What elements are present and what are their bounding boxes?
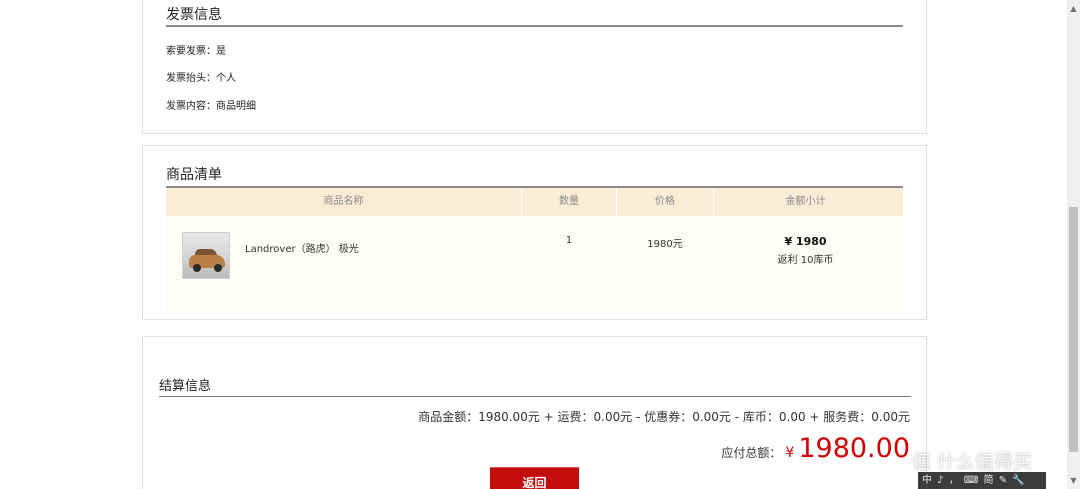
site-watermark: 值 什么值得买 — [912, 451, 1033, 473]
currency-symbol: ¥ — [785, 445, 795, 461]
total-payable: 应付总额： ¥1980.00 — [721, 433, 910, 464]
column-header-name: 商品名称 — [323, 196, 364, 207]
invoice-title: 发票信息 — [166, 7, 222, 23]
total-label: 应付总额： — [721, 446, 782, 460]
settlement-summary: 商品金额：1980.00元 + 运费：0.00元 - 优惠券：0.00元 - 库… — [418, 410, 910, 424]
scrollbar-thumb[interactable] — [1069, 207, 1078, 452]
column-header-subtotal: 金额小计 — [785, 196, 826, 207]
product-name-link[interactable]: Landrover（路虎） 极光 — [245, 240, 359, 255]
scroll-up-icon[interactable]: ▲ — [1067, 2, 1080, 15]
vertical-scrollbar[interactable]: ▲ ▼ — [1067, 0, 1080, 489]
column-header-price: 价格 — [655, 196, 675, 207]
product-list-title: 商品清单 — [166, 167, 222, 183]
product-list-panel: 商品清单 商品名称 数量 价格 金额小计 Landrover（路虎） 极光 1 … — [142, 145, 927, 320]
ime-toolbar[interactable]: 中 ♪ ， ⌨ 简 ✎ 🔧 — [918, 472, 1046, 489]
invoice-request-line: 索要发票：是 — [166, 46, 226, 57]
table-row: Landrover（路虎） 极光 1 1980元 ¥ 1980 返利 10库币 — [166, 216, 903, 313]
product-quantity: 1 — [565, 235, 573, 246]
column-header-quantity: 数量 — [559, 196, 579, 207]
product-rebate: 返利 10库币 — [777, 255, 834, 266]
invoice-header-line: 发票抬头：个人 — [166, 73, 236, 84]
scroll-down-icon[interactable]: ▼ — [1067, 474, 1080, 487]
settlement-title: 结算信息 — [159, 379, 212, 394]
back-button[interactable]: 返回 — [490, 467, 579, 489]
total-amount: 1980.00 — [798, 433, 910, 464]
car-wheel — [214, 264, 222, 272]
settlement-divider — [159, 396, 911, 397]
product-table-header: 商品名称 数量 价格 金额小计 — [166, 188, 903, 216]
product-thumbnail[interactable] — [182, 232, 230, 279]
product-subtotal: ¥ 1980 — [784, 235, 827, 248]
settlement-panel: 结算信息 商品金额：1980.00元 + 运费：0.00元 - 优惠券：0.00… — [142, 336, 927, 489]
invoice-panel: 发票信息 索要发票：是 发票抬头：个人 发票内容：商品明细 — [142, 0, 927, 134]
invoice-content-line: 发票内容：商品明细 — [166, 101, 256, 112]
invoice-title-divider — [166, 25, 903, 27]
product-price: 1980元 — [647, 239, 683, 250]
car-wheel — [193, 264, 201, 272]
